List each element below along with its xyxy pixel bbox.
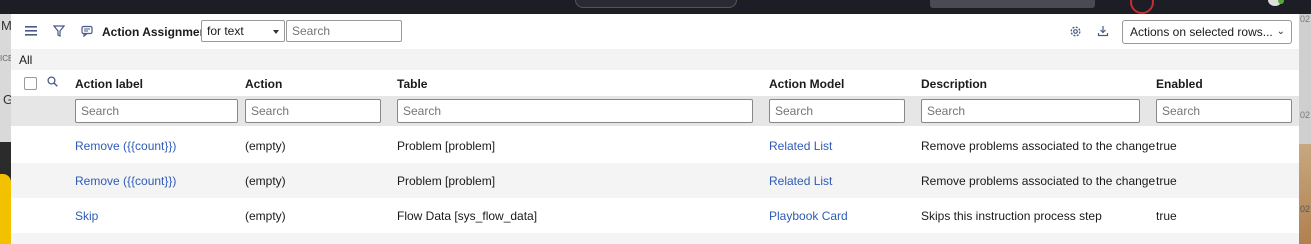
right-strip-text: 02 xyxy=(1300,14,1311,24)
download-icon[interactable] xyxy=(1095,23,1111,39)
action-label-link[interactable]: Remove ({{count}}) xyxy=(75,174,176,188)
right-strip-text: 02 xyxy=(1300,110,1311,120)
column-header-action[interactable]: Action xyxy=(245,77,282,91)
top-search-pill[interactable] xyxy=(575,0,737,8)
description-cell: Remove problems associated to the change xyxy=(921,139,1156,153)
column-header-action-label[interactable]: Action label xyxy=(75,77,143,91)
action-model-link[interactable]: Related List xyxy=(769,139,832,153)
right-strip-text: 02 xyxy=(1300,204,1311,214)
description-cell: Remove problems associated to the change xyxy=(921,174,1156,188)
background-window-left: M ICE G xyxy=(0,14,11,244)
column-header-table[interactable]: Table xyxy=(397,77,427,91)
description-search-input[interactable] xyxy=(921,99,1140,123)
search-icon[interactable] xyxy=(47,76,58,90)
action-label-link[interactable]: Remove ({{count}}) xyxy=(75,139,176,153)
record-icon[interactable] xyxy=(1130,0,1154,14)
action-model-link[interactable]: Related List xyxy=(769,174,832,188)
list-panel: Action Assignments for text Actions on s… xyxy=(11,14,1299,244)
column-search-row xyxy=(11,96,1299,126)
table-row[interactable]: Remove ({{count}}) (empty) Problem [prob… xyxy=(11,128,1299,163)
table-header: Action label Action Table Action Model D… xyxy=(11,70,1299,97)
list-toolbar: Action Assignments for text Actions on s… xyxy=(11,14,1299,50)
menu-icon[interactable] xyxy=(23,23,39,39)
background-window-right: 02 02 02 xyxy=(1299,14,1311,244)
action-model-search-input[interactable] xyxy=(769,99,905,123)
table-row[interactable]: Remove ({{count}}) (empty) Problem [prob… xyxy=(11,163,1299,198)
actions-select-value: Actions on selected rows... xyxy=(1130,25,1273,39)
enabled-search-input[interactable] xyxy=(1156,99,1292,123)
action-cell: (empty) xyxy=(245,174,286,188)
enabled-cell: true xyxy=(1156,139,1177,153)
left-strip-text: ICE xyxy=(0,54,11,63)
breadcrumb: All xyxy=(11,49,1299,70)
table-row[interactable] xyxy=(11,233,1299,244)
action-label-link[interactable]: Skip xyxy=(75,209,98,223)
table-cell: Problem [problem] xyxy=(397,174,496,188)
action-cell: (empty) xyxy=(245,139,286,153)
description-cell: Skips this instruction process step xyxy=(921,209,1102,223)
action-label-search-input[interactable] xyxy=(75,99,238,123)
table-cell: Problem [problem] xyxy=(397,139,496,153)
actions-on-selected-rows-select[interactable]: Actions on selected rows... ⌄ xyxy=(1122,20,1292,44)
status-dot-icon xyxy=(1278,0,1284,4)
column-header-action-model[interactable]: Action Model xyxy=(769,77,844,91)
table-cell: Flow Data [sys_flow_data] xyxy=(397,209,538,223)
column-header-description[interactable]: Description xyxy=(921,77,987,91)
search-field-value: for text xyxy=(207,24,244,38)
chevron-down-icon xyxy=(273,30,279,34)
action-cell: (empty) xyxy=(245,209,286,223)
column-header-enabled[interactable]: Enabled xyxy=(1156,77,1203,91)
top-box[interactable] xyxy=(930,0,1095,8)
action-search-input[interactable] xyxy=(245,99,381,123)
background-image xyxy=(0,174,11,244)
list-search-input[interactable] xyxy=(286,20,402,42)
chevron-down-icon: ⌄ xyxy=(1276,26,1285,37)
breadcrumb-all[interactable]: All xyxy=(19,53,32,67)
enabled-cell: true xyxy=(1156,174,1177,188)
select-all-checkbox[interactable] xyxy=(24,77,37,90)
comment-icon[interactable] xyxy=(79,23,95,39)
top-banner xyxy=(0,0,1311,14)
left-strip-text: G xyxy=(3,92,11,107)
left-strip-text: M xyxy=(1,18,11,33)
action-model-link[interactable]: Playbook Card xyxy=(769,209,848,223)
search-field-select[interactable]: for text xyxy=(201,20,285,42)
gear-icon[interactable] xyxy=(1067,23,1083,39)
enabled-cell: true xyxy=(1156,209,1177,223)
table-search-input[interactable] xyxy=(397,99,753,123)
filter-icon[interactable] xyxy=(51,23,67,39)
background-image xyxy=(1299,144,1311,244)
table-row[interactable]: Skip (empty) Flow Data [sys_flow_data] P… xyxy=(11,198,1299,233)
